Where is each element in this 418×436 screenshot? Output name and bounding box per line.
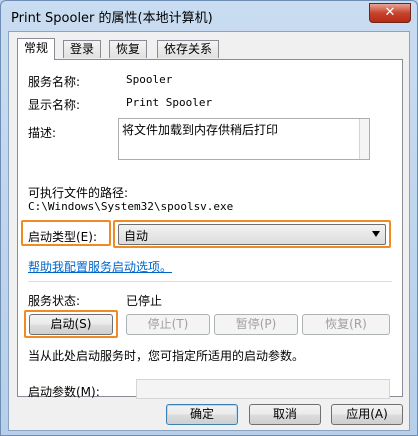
pause-button[interactable]: 暂停(P) — [214, 314, 298, 335]
description-text: 将文件加载到内存供稍后打印 — [122, 123, 279, 137]
description-scrollbar[interactable] — [359, 119, 369, 159]
hint-text: 当从此处启动服务时，您可指定所适用的启动参数。 — [28, 349, 305, 363]
title-bar[interactable]: Print Spooler 的属性(本地计算机) ✕ — [1, 1, 417, 31]
service-status-label: 服务状态: — [28, 294, 81, 308]
start-params-label: 启动参数(M): — [28, 385, 100, 399]
startup-type-select[interactable]: 自动 — [118, 224, 386, 245]
general-panel: 服务名称: Spooler 显示名称: Print Spooler 描述: 将文… — [17, 59, 403, 399]
display-name-label: 显示名称: — [28, 98, 81, 112]
apply-button[interactable]: 应用(A) — [331, 404, 403, 425]
start-params-input[interactable] — [136, 379, 390, 399]
service-name-value: Spooler — [126, 73, 173, 86]
separator — [28, 281, 392, 282]
description-box[interactable]: 将文件加载到内存供稍后打印 — [118, 118, 370, 160]
resume-button[interactable]: 恢复(R) — [302, 314, 390, 335]
stop-button[interactable]: 停止(T) — [126, 314, 210, 335]
dialog-body: 常规 登录 恢复 依存关系 服务名称: Spooler 显示名称: Print … — [8, 31, 410, 431]
start-button[interactable]: 启动(S) — [29, 314, 113, 335]
cancel-button[interactable]: 取消 — [249, 404, 321, 425]
startup-type-value: 自动 — [124, 229, 149, 243]
properties-dialog: Print Spooler 的属性(本地计算机) ✕ 常规 登录 恢复 依存关系… — [0, 0, 418, 436]
exe-path-value: C:\Windows\System32\spoolsv.exe — [28, 200, 234, 213]
close-button[interactable]: ✕ — [369, 3, 411, 23]
close-icon: ✕ — [384, 5, 396, 20]
chevron-down-icon — [372, 231, 380, 237]
tab-general[interactable]: 常规 — [17, 38, 56, 60]
description-label: 描述: — [28, 126, 57, 140]
startup-label-highlight — [21, 220, 111, 246]
help-link[interactable]: 帮助我配置服务启动选项。 — [28, 258, 172, 275]
display-name-value: Print Spooler — [126, 96, 213, 109]
tab-recovery[interactable]: 恢复 — [109, 40, 148, 58]
service-status-value: 已停止 — [126, 294, 163, 308]
ok-button[interactable]: 确定 — [166, 404, 238, 425]
window-title: Print Spooler 的属性(本地计算机) — [11, 11, 213, 26]
service-name-label: 服务名称: — [28, 75, 81, 89]
tab-dependencies[interactable]: 依存关系 — [157, 40, 220, 58]
tab-logon[interactable]: 登录 — [63, 40, 102, 58]
exe-path-label: 可执行文件的路径: — [28, 186, 129, 200]
